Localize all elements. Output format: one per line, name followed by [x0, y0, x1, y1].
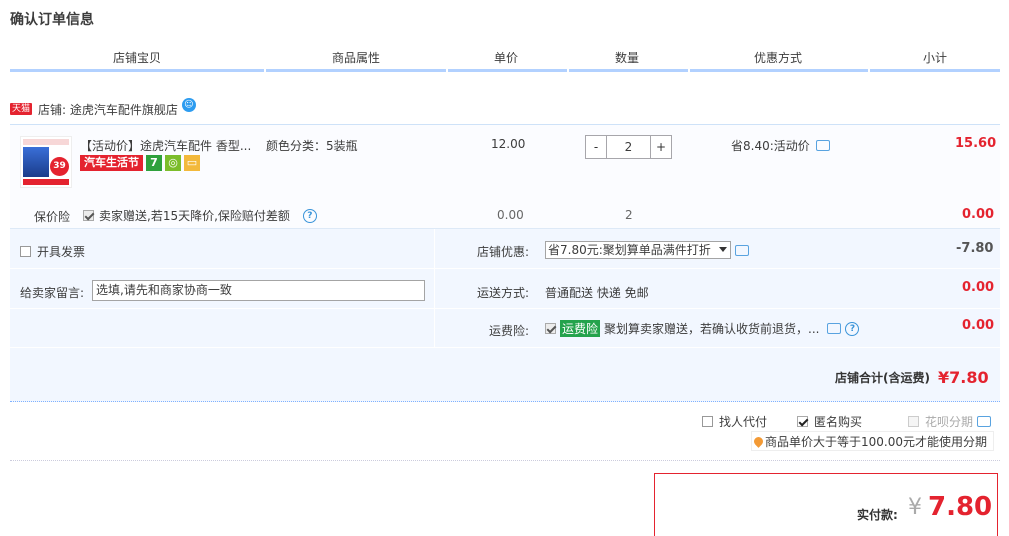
freight-insurance-tag: 运费险 [560, 320, 601, 337]
header-discount: 优惠方式 [754, 51, 803, 65]
panel-row-divider [10, 347, 1000, 348]
table-header: 店铺宝贝 商品属性 单价 数量 优惠方式 小计 [10, 47, 1000, 72]
proxy-pay-label: 找人代付 [719, 415, 768, 429]
seller-message-label: 给卖家留言: [20, 286, 85, 300]
payment-currency: ¥ [908, 495, 922, 520]
payment-amount: 7.80 [928, 492, 993, 522]
insurance-label: 保价险 [34, 210, 71, 224]
shop-total-value: ¥7.80 [937, 368, 989, 387]
shop-total: 店铺合计(含运费) ¥7.80 [835, 368, 989, 387]
anonymous-checkbox[interactable] [797, 416, 808, 427]
message-icon[interactable] [827, 323, 842, 334]
message-icon[interactable] [815, 140, 830, 151]
shop-discount-selected: 省7.80元:聚划算单品满件打折 [548, 243, 711, 257]
shop-discount-value: -7.80 [956, 241, 994, 256]
item-badges: 汽车生活节 7 ◎ ▭ [80, 155, 200, 171]
header-shop-item: 店铺宝贝 [113, 51, 162, 65]
shipping-method: 普通配送 快递 免邮 [545, 286, 649, 300]
huabei-option: 花呗分期 [908, 413, 992, 430]
invoice-option: 开具发票 [20, 243, 85, 260]
quantity-minus-button[interactable]: - [586, 136, 606, 158]
huabei-label: 花呗分期 [925, 415, 974, 429]
insurance-checkbox[interactable] [83, 210, 94, 221]
item-unit-price: 12.00 [491, 137, 526, 151]
shop-header: 天猫 店铺: 途虎汽车配件旗舰店 ☺ [10, 98, 196, 119]
insurance-desc: 卖家赠送,若15天降价,保险赔付差额 [99, 209, 290, 223]
header-divider [688, 69, 690, 72]
huabei-checkbox[interactable] [908, 416, 919, 427]
huabei-note: 商品单价大于等于100.00元才能使用分期 [765, 434, 987, 449]
quantity-stepper: - 2 + [585, 135, 672, 159]
freight-insurance-label: 运费险: [489, 324, 530, 338]
shipping-price: 0.00 [962, 280, 995, 295]
quantity-input[interactable]: 2 [606, 136, 651, 158]
promo-badge[interactable]: 汽车生活节 [80, 155, 143, 171]
header-quantity: 数量 [615, 51, 640, 65]
card-icon[interactable]: ▭ [184, 155, 200, 171]
anonymous-label: 匿名购买 [814, 415, 863, 429]
shipping-label: 运送方式: [477, 286, 530, 300]
payment-label: 实付款: [857, 508, 898, 522]
header-subtotal: 小计 [923, 51, 948, 65]
shop-total-label: 店铺合计(含运费) [835, 371, 930, 385]
huabei-tip: 商品单价大于等于100.00元才能使用分期 [751, 431, 994, 451]
seller-message-input[interactable]: 选填,请先和商家协商一致 [92, 280, 425, 301]
shop-name-link[interactable]: 店铺: 途虎汽车配件旗舰店 [38, 101, 178, 118]
insurance-qty: 2 [625, 208, 633, 222]
proxy-pay-option: 找人代付 [702, 413, 767, 430]
header-unit-price: 单价 [494, 51, 519, 65]
item-title-link[interactable]: 【活动价】途虎汽车配件 香型... [80, 137, 260, 154]
anonymous-option: 匿名购买 [797, 413, 862, 430]
insurance-subtotal: 0.00 [962, 207, 995, 222]
thumb-price-badge: 39 [50, 157, 69, 176]
header-divider [567, 69, 569, 72]
product-bottles-image [23, 147, 49, 177]
panel-divider [434, 229, 435, 347]
help-icon[interactable]: ? [845, 321, 860, 336]
shop-discount-select[interactable]: 省7.80元:聚划算单品满件打折 [545, 241, 731, 259]
product-footer-image [23, 179, 69, 185]
product-thumbnail[interactable]: 39 [20, 136, 72, 188]
item-attribute: 颜色分类：5装瓶 [266, 139, 358, 153]
divider [10, 460, 1000, 461]
product-banner-image [23, 139, 69, 145]
header-divider [446, 69, 448, 72]
item-discount: 省8.40:活动价 [731, 137, 830, 154]
invoice-label: 开具发票 [37, 245, 86, 259]
shop-discount-label: 店铺优惠: [477, 245, 530, 259]
header-divider [264, 69, 266, 72]
insurance-option: 卖家赠送,若15天降价,保险赔付差额 ? [83, 207, 317, 224]
message-icon[interactable] [977, 416, 992, 427]
tmall-badge: 天猫 [10, 103, 33, 115]
header-divider [868, 69, 870, 72]
item-discount-text: 省8.40:活动价 [731, 139, 810, 153]
message-icon[interactable] [735, 245, 749, 256]
wangwang-chat-icon[interactable]: ☺ [181, 98, 196, 112]
freight-insurance-price: 0.00 [962, 318, 995, 333]
freight-insurance-option: 运费险 聚划算卖家赠送，若确认收货前退货，... ? [545, 320, 860, 337]
freight-insurance-desc: 聚划算卖家赠送，若确认收货前退货，... [604, 322, 820, 336]
chevron-down-icon [719, 247, 727, 252]
location-pin-icon [752, 434, 765, 448]
invoice-checkbox[interactable] [20, 246, 31, 257]
item-subtotal: 15.60 [955, 136, 997, 151]
seven-day-return-icon[interactable]: 7 [146, 155, 162, 171]
panel-row-divider [10, 308, 1000, 309]
quantity-plus-button[interactable]: + [651, 136, 671, 158]
help-icon[interactable]: ? [302, 208, 317, 223]
insurance-price: 0.00 [497, 208, 524, 222]
panel-row-divider [10, 268, 1000, 269]
header-attributes: 商品属性 [332, 51, 381, 65]
proxy-pay-checkbox[interactable] [702, 416, 713, 427]
freight-insurance-checkbox[interactable] [545, 323, 556, 334]
service-icon[interactable]: ◎ [165, 155, 181, 171]
page-title: 确认订单信息 [10, 12, 94, 28]
